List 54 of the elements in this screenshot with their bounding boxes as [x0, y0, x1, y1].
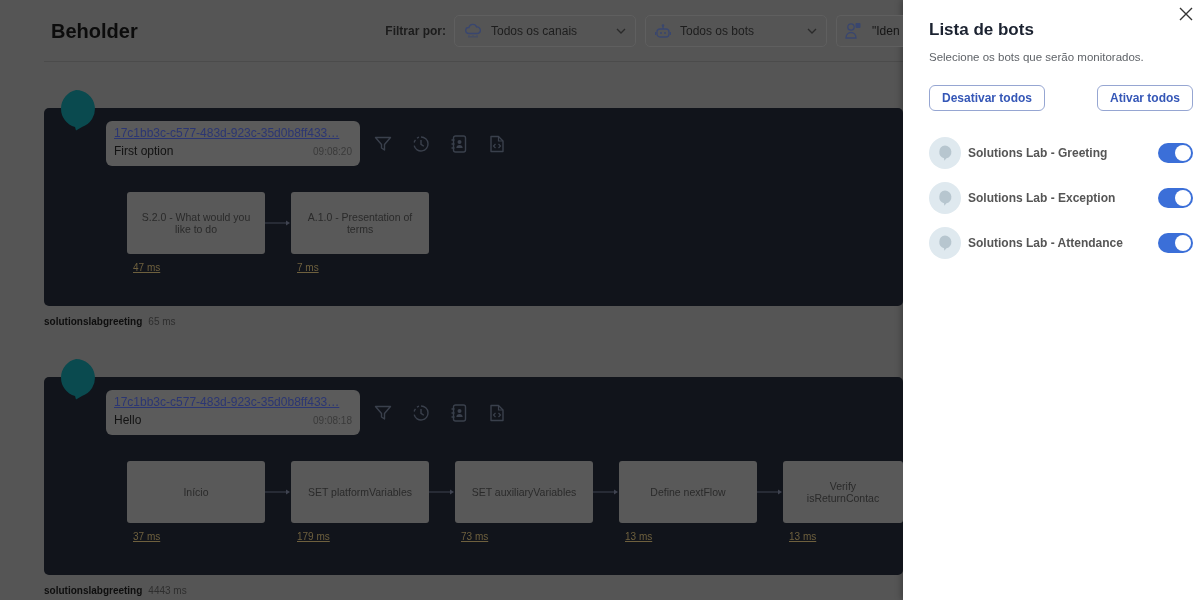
chevron-down-icon: [807, 27, 817, 34]
message-text: First option: [114, 143, 174, 160]
cloud-icon: [464, 22, 482, 39]
connector-arrow: [593, 488, 619, 496]
toggle-switch[interactable]: [1158, 188, 1193, 208]
history-icon: [412, 134, 430, 153]
duration-link[interactable]: 47 ms: [133, 262, 161, 274]
enable-all-button[interactable]: Ativar todos: [1097, 85, 1193, 111]
bot-name: solutionslabgreeting: [44, 584, 143, 598]
connector-arrow: [757, 488, 783, 496]
robot-icon: [655, 22, 671, 39]
bot-avatar-icon: [929, 182, 961, 214]
message-text: Hello: [114, 412, 142, 429]
user-filter-field[interactable]: "Iden: [836, 14, 903, 47]
filter-label: Filtrar por:: [385, 22, 446, 40]
contact-book-icon: [450, 134, 468, 153]
duration-link[interactable]: 179 ms: [297, 531, 330, 543]
chevron-down-icon: [616, 27, 626, 34]
code-file-button[interactable]: [488, 134, 506, 153]
duration-link[interactable]: 73 ms: [461, 531, 489, 543]
duration-link[interactable]: 7 ms: [297, 262, 319, 274]
bot-avatar-icon: [929, 227, 961, 259]
duration-link[interactable]: 13 ms: [789, 531, 817, 543]
bot-name-label: Solutions Lab - Exception: [968, 190, 1116, 207]
contact-book-icon: [450, 403, 468, 422]
filter-button[interactable]: [374, 403, 392, 422]
connector-arrow: [265, 488, 291, 496]
code-file-button[interactable]: [488, 403, 506, 422]
history-icon: [412, 403, 430, 422]
drawer-subtitle: Selecione os bots que serão monitorados.: [929, 50, 1145, 65]
filter-icon: [374, 403, 392, 422]
bot-name-label: Solutions Lab - Attendance: [968, 235, 1123, 252]
drawer-title: Lista de bots: [929, 19, 1034, 41]
disable-all-button[interactable]: Desativar todos: [929, 85, 1046, 111]
contact-book-button[interactable]: [450, 134, 468, 153]
bot-avatar-icon: [929, 137, 961, 169]
app-title: Beholder: [51, 18, 138, 43]
toggle-switch[interactable]: [1158, 143, 1193, 163]
filter-icon: [374, 134, 392, 153]
bot-name-label: Solutions Lab - Greeting: [968, 145, 1108, 162]
filter-button[interactable]: [374, 134, 392, 153]
history-button[interactable]: [412, 403, 430, 422]
code-file-icon: [488, 403, 506, 422]
toggle-switch[interactable]: [1158, 233, 1193, 253]
connector-arrow: [429, 488, 455, 496]
duration-link[interactable]: 13 ms: [625, 531, 653, 543]
history-button[interactable]: [412, 134, 430, 153]
duration-link[interactable]: 37 ms: [133, 531, 161, 543]
user-icon: [845, 21, 861, 39]
connector-arrow: [265, 219, 291, 227]
bot-name: solutionslabgreeting: [44, 315, 143, 329]
close-icon[interactable]: [1179, 7, 1193, 21]
contact-book-button[interactable]: [450, 403, 468, 422]
code-file-icon: [488, 134, 506, 153]
